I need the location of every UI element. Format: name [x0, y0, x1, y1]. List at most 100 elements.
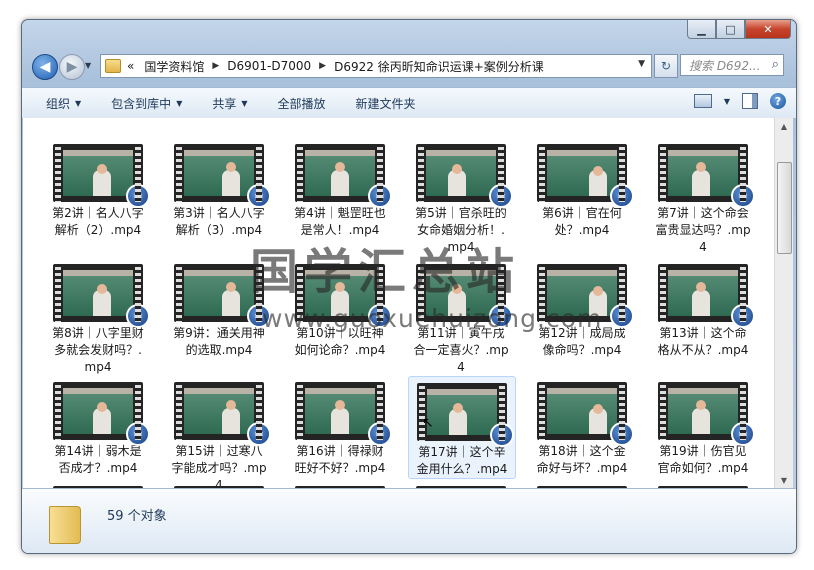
file-item[interactable]: ✺ 第14讲｜弱木是否成才？.mp4 — [45, 376, 151, 477]
file-item[interactable]: ✺ 第6讲｜官在何处？.mp4 — [529, 138, 635, 239]
blackboard-image — [184, 150, 254, 196]
breadcrumb-item-current[interactable]: D6922 徐丙昕知命识运课+案例分析课 — [334, 58, 544, 75]
presenter-figure — [692, 408, 710, 434]
change-view-icon[interactable] — [693, 94, 712, 108]
scroll-up-icon[interactable]: ▲ — [775, 118, 793, 134]
video-thumbnail: ✺ — [53, 144, 150, 208]
refresh-button[interactable]: ↻ — [654, 54, 678, 78]
presenter-head — [593, 286, 603, 296]
navigation-bar: ◀ ▶ ▼ « 国学资料馆 ▶ D6901-D7000 ▶ D6922 徐丙昕知… — [22, 46, 796, 82]
file-item[interactable]: ✺ 第2讲｜名人八字解析（2）.mp4 — [45, 138, 151, 239]
scroll-down-icon[interactable]: ▼ — [775, 472, 793, 488]
thumbnail-frame — [547, 270, 617, 276]
scroll-thumb[interactable] — [777, 162, 792, 254]
play-all-button[interactable]: 全部播放 — [278, 95, 326, 112]
blackboard-image — [184, 270, 254, 316]
file-name: 第6讲｜官在何处？.mp4 — [542, 206, 622, 237]
details-pane: 59 个对象 — [22, 488, 796, 553]
item-count: 59 个对象 — [107, 509, 167, 524]
thumbnail-frame — [668, 388, 738, 394]
minimize-button[interactable]: ▁ — [687, 20, 716, 39]
command-bar: 组织 ▼ 包含到库中 ▼ 共享 ▼ 全部播放 新建文件夹 ▼ ? — [22, 87, 796, 119]
presenter-head — [452, 164, 462, 174]
thumbnail-frame — [668, 270, 738, 276]
thumbnail-frame — [547, 388, 617, 394]
presenter-figure — [692, 170, 710, 196]
chevron-down-icon: ▼ — [176, 98, 183, 108]
forward-button[interactable]: ▶ — [59, 54, 85, 80]
film-reel-icon: ✺ — [368, 422, 392, 446]
presenter-figure — [222, 408, 240, 434]
back-button[interactable]: ◀ — [32, 54, 58, 80]
file-list-area[interactable]: ✺ 第2讲｜名人八字解析（2）.mp4 ✺ 第3讲｜名人八字解析（3）.mp4 ✺ 第4讲… — [23, 118, 774, 488]
file-item[interactable]: ✺ 第19讲｜伤官见官命如何？.mp4 — [650, 376, 756, 477]
file-name: 第17讲｜这个辛金用什么？.mp4 — [416, 445, 508, 476]
presenter-figure — [331, 170, 349, 196]
breadcrumb-separator-icon[interactable]: ▶ — [319, 61, 326, 71]
presenter-head — [335, 162, 345, 172]
file-name: 第18讲｜这个金命好与坏？.mp4 — [536, 444, 628, 475]
address-dropdown-icon[interactable]: ▼ — [638, 59, 645, 69]
file-item[interactable]: ✺ 第3讲｜名人八字解析（3）.mp4 — [166, 138, 272, 239]
caption-buttons: ▁ □ ✕ — [687, 20, 791, 39]
thumbnail-frame — [63, 270, 133, 276]
file-item[interactable]: ✺ 第4讲｜魁罡旺也是常人！.mp4 — [287, 138, 393, 239]
file-item[interactable]: ✺ 第8讲｜八字里财多就会发财吗？.mp4 — [45, 258, 151, 376]
organize-menu[interactable]: 组织 ▼ — [46, 95, 81, 112]
film-reel-icon: ✺ — [610, 304, 634, 328]
file-name: 第13讲｜这个命格从不从？.mp4 — [657, 326, 749, 357]
video-thumbnail: ✺ — [416, 144, 513, 208]
video-thumbnail: ✺ — [295, 382, 392, 446]
video-thumbnail: ✺ — [53, 264, 150, 328]
recent-pages-button[interactable]: ▼ — [85, 61, 91, 70]
share-menu[interactable]: 共享 ▼ — [212, 95, 247, 112]
presenter-head — [696, 400, 706, 410]
film-reel-icon: ✺ — [126, 184, 150, 208]
presenter-head — [696, 162, 706, 172]
presenter-head — [97, 284, 107, 294]
file-name: 第8讲｜八字里财多就会发财吗？.mp4 — [52, 326, 144, 374]
thumbnail-frame — [184, 270, 254, 276]
view-dropdown-icon[interactable]: ▼ — [724, 97, 730, 106]
chevron-down-icon: ▼ — [241, 98, 248, 108]
thumbnail-frame — [184, 388, 254, 394]
close-button[interactable]: ✕ — [745, 20, 791, 39]
file-item[interactable]: ✺ 第13讲｜这个命格从不从？.mp4 — [650, 258, 756, 359]
breadcrumb-separator-icon[interactable]: ▶ — [212, 61, 219, 71]
maximize-button[interactable]: □ — [716, 20, 745, 39]
film-reel-icon: ✺ — [126, 422, 150, 446]
breadcrumb-item-range[interactable]: D6901-D7000 — [227, 59, 311, 73]
search-input[interactable]: 搜索 D692... ⌕ — [680, 54, 784, 76]
include-in-library-menu[interactable]: 包含到库中 ▼ — [111, 95, 182, 112]
blackboard-image — [184, 388, 254, 434]
search-icon[interactable]: ⌕ — [772, 57, 779, 72]
presenter-figure — [222, 290, 240, 316]
thumbnail-frame — [63, 150, 133, 156]
presenter-head — [453, 403, 463, 413]
presenter-head — [226, 400, 236, 410]
search-placeholder: 搜索 D692... — [689, 58, 761, 73]
watermark-title: 国学汇总站 — [250, 244, 521, 300]
vertical-scrollbar[interactable]: ▲ ▼ — [774, 118, 793, 488]
file-name: 第7讲｜这个命会富贵显达吗？.mp4 — [655, 206, 751, 254]
film-reel-icon: ✺ — [610, 184, 634, 208]
preview-pane-icon[interactable] — [742, 93, 758, 109]
breadcrumb-overflow[interactable]: « — [127, 59, 134, 73]
file-item[interactable]: ✺ 第18讲｜这个金命好与坏？.mp4 — [529, 376, 635, 477]
file-item[interactable]: ✺ 第16讲｜得禄财旺好不好？.mp4 — [287, 376, 393, 477]
address-bar[interactable]: « 国学资料馆 ▶ D6901-D7000 ▶ D6922 徐丙昕知命识运课+案… — [100, 54, 652, 78]
video-thumbnail: ✺ — [658, 264, 755, 328]
thumbnail-frame — [668, 150, 738, 156]
help-icon[interactable]: ? — [770, 93, 786, 109]
presenter-head — [335, 400, 345, 410]
folder-icon — [49, 506, 81, 544]
file-item[interactable]: ✺ 第15讲｜过寒八字能成才吗？.mp4 — [166, 376, 272, 488]
film-reel-icon: ✺ — [731, 184, 755, 208]
thumbnail-frame — [305, 150, 375, 156]
file-item[interactable]: ✺ 第7讲｜这个命会富贵显达吗？.mp4 — [650, 138, 756, 256]
film-reel-icon: ✺ — [368, 184, 392, 208]
presenter-figure — [331, 408, 349, 434]
breadcrumb-item-root[interactable]: 国学资料馆 — [144, 58, 204, 75]
file-name: 第9讲：通关用神的选取.mp4 — [173, 326, 265, 357]
new-folder-button[interactable]: 新建文件夹 — [356, 95, 416, 112]
